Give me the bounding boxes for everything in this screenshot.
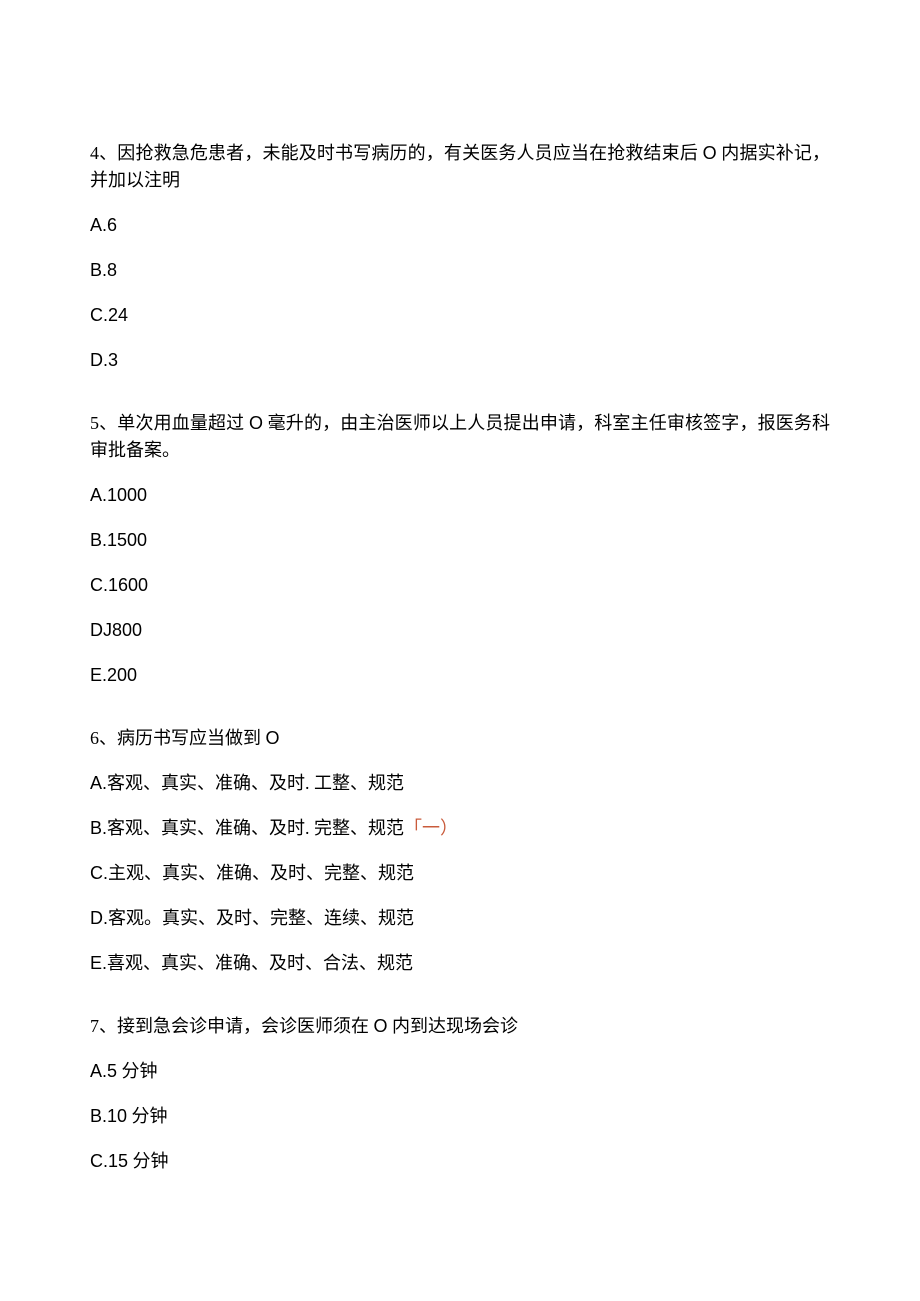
- q4-option-c: C.24: [90, 302, 830, 329]
- q7-option-c: C.15 分钟: [90, 1148, 830, 1175]
- q4-blank-placeholder: O: [703, 143, 717, 163]
- question-6-stem: 6、病历书写应当做到 O: [90, 725, 830, 752]
- q7-option-a: A.5 分钟: [90, 1058, 830, 1085]
- q7-option-a-suffix: 分钟: [122, 1061, 158, 1081]
- q7-option-b: B.10 分钟: [90, 1103, 830, 1130]
- q6-option-d: D.客观。真实、及时、完整、连续、规范: [90, 905, 830, 932]
- question-5-stem: 5、单次用血量超过 O 毫升的，由主治医师以上人员提出申请，科室主任审核签字，报…: [90, 410, 830, 464]
- q6-option-e-prefix: E.: [90, 953, 107, 973]
- q6-option-a-text: 客观、真实、准确、及时. 工整、规范: [107, 773, 404, 793]
- q7-stem-a: 7、接到急会诊申请，会诊医师须在: [90, 1016, 369, 1036]
- q5-option-e: E.200: [90, 662, 830, 689]
- question-5: 5、单次用血量超过 O 毫升的，由主治医师以上人员提出申请，科室主任审核签字，报…: [90, 410, 830, 689]
- q6-option-c: C.主观、真实、准确、及时、完整、规范: [90, 860, 830, 887]
- q6-stem-a: 6、病历书写应当做到: [90, 728, 261, 748]
- q5-option-d: DJ800: [90, 617, 830, 644]
- q6-option-b-annotation: 「一）: [404, 818, 458, 838]
- q4-stem-a: 4、因抢救急危患者，未能及时书写病历的，有关医务人员应当在抢救结束后: [90, 143, 698, 163]
- q6-option-d-prefix: D.: [90, 908, 108, 928]
- question-4: 4、因抢救急危患者，未能及时书写病历的，有关医务人员应当在抢救结束后 O 内据实…: [90, 140, 830, 374]
- q7-option-c-prefix: C.15: [90, 1151, 128, 1171]
- q6-option-c-text: 主观、真实、准确、及时、完整、规范: [108, 863, 414, 883]
- q6-option-e-text: 喜观、真实、准确、及时、合法、规范: [107, 953, 413, 973]
- question-4-stem: 4、因抢救急危患者，未能及时书写病历的，有关医务人员应当在抢救结束后 O 内据实…: [90, 140, 830, 194]
- q6-option-d-text: 客观。真实、及时、完整、连续、规范: [108, 908, 414, 928]
- q6-blank-placeholder: O: [266, 728, 280, 748]
- q6-option-c-prefix: C.: [90, 863, 108, 883]
- q5-option-c: C.1600: [90, 572, 830, 599]
- q5-stem-a: 5、单次用血量超过: [90, 413, 244, 433]
- q6-option-b-prefix: B.: [90, 818, 107, 838]
- q7-blank-placeholder: O: [374, 1016, 388, 1036]
- spacer: [90, 707, 830, 725]
- q6-option-b-text: 客观、真实、准确、及时. 完整、规范: [107, 818, 404, 838]
- spacer: [90, 995, 830, 1013]
- q5-option-a: A.1000: [90, 482, 830, 509]
- question-7-stem: 7、接到急会诊申请，会诊医师须在 O 内到达现场会诊: [90, 1013, 830, 1040]
- q4-option-a: A.6: [90, 212, 830, 239]
- q6-option-a: A.客观、真实、准确、及时. 工整、规范: [90, 770, 830, 797]
- question-7: 7、接到急会诊申请，会诊医师须在 O 内到达现场会诊 A.5 分钟 B.10 分…: [90, 1013, 830, 1175]
- q7-option-b-prefix: B.10: [90, 1106, 127, 1126]
- q4-option-d: D.3: [90, 347, 830, 374]
- q6-option-a-prefix: A.: [90, 773, 107, 793]
- q7-option-c-suffix: 分钟: [133, 1151, 169, 1171]
- question-6: 6、病历书写应当做到 O A.客观、真实、准确、及时. 工整、规范 B.客观、真…: [90, 725, 830, 977]
- q6-option-b: B.客观、真实、准确、及时. 完整、规范「一）: [90, 815, 830, 842]
- q7-option-a-prefix: A.5: [90, 1061, 117, 1081]
- q4-option-b: B.8: [90, 257, 830, 284]
- q5-blank-placeholder: O: [249, 413, 263, 433]
- document-page: 4、因抢救急危患者，未能及时书写病历的，有关医务人员应当在抢救结束后 O 内据实…: [0, 0, 920, 1293]
- spacer: [90, 392, 830, 410]
- q6-option-e: E.喜观、真实、准确、及时、合法、规范: [90, 950, 830, 977]
- q5-option-b: B.1500: [90, 527, 830, 554]
- q7-stem-b: 内到达现场会诊: [392, 1016, 518, 1036]
- q7-option-b-suffix: 分钟: [132, 1106, 168, 1126]
